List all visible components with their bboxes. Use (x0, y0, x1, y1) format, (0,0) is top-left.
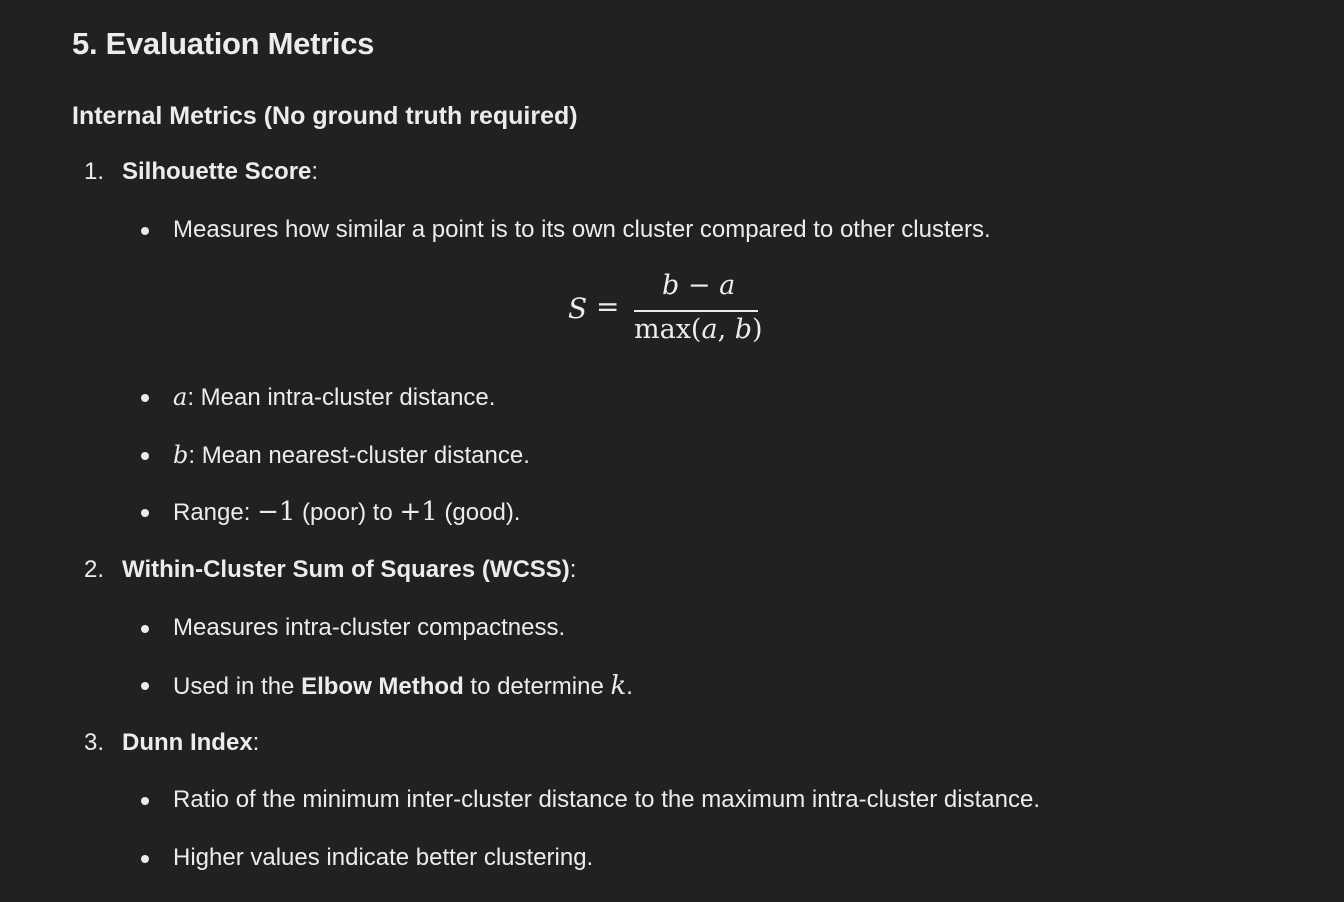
metric-dunn-heading: Dunn Index: (122, 729, 260, 756)
formula-numerator: b − a (662, 270, 736, 301)
list-item: a: Mean intra-cluster distance. (173, 383, 496, 411)
fraction-bar (634, 310, 758, 312)
formula-denominator: max(a, b) (634, 314, 763, 345)
list-item: Higher values indicate better clustering… (173, 844, 594, 871)
list-item: Measures how similar a point is to its o… (173, 216, 991, 243)
silhouette-formula: S = b − a max(a, b) (566, 270, 766, 354)
list-item: Ratio of the minimum inter-cluster dista… (173, 786, 1040, 813)
list-item: b: Mean nearest-cluster distance. (173, 441, 530, 469)
bullet-dot (141, 452, 149, 460)
formula-equals: = (596, 290, 620, 323)
list-item: Range: −1 (poor) to +1 (good). (173, 497, 521, 527)
metric-name: Within-Cluster Sum of Squares (WCSS) (122, 556, 570, 583)
bullet-dot (141, 797, 149, 805)
bullet-dot (141, 394, 149, 402)
metric-name: Dunn Index (122, 729, 253, 756)
metric-name: Silhouette Score (122, 158, 312, 185)
section-subtitle: Internal Metrics (No ground truth requir… (72, 102, 578, 130)
bullet-dot (141, 625, 149, 633)
section-title: 5. Evaluation Metrics (72, 26, 375, 61)
bullet-dot (141, 227, 149, 235)
formula-lhs: S (568, 292, 588, 325)
list-number-1: 1. (84, 158, 105, 185)
metric-wcss-heading: Within-Cluster Sum of Squares (WCSS): (122, 556, 577, 583)
bullet-dot (141, 509, 149, 517)
document-body: 5. Evaluation Metrics Internal Metrics (… (0, 0, 1344, 902)
bullet-dot (141, 682, 149, 690)
list-item: Measures intra-cluster compactness. (173, 614, 566, 641)
list-number-3: 3. (84, 729, 105, 756)
list-item: Used in the Elbow Method to determine k. (173, 671, 633, 701)
bullet-dot (141, 855, 149, 863)
list-number-2: 2. (84, 556, 105, 583)
metric-silhouette-heading: Silhouette Score: (122, 158, 319, 185)
